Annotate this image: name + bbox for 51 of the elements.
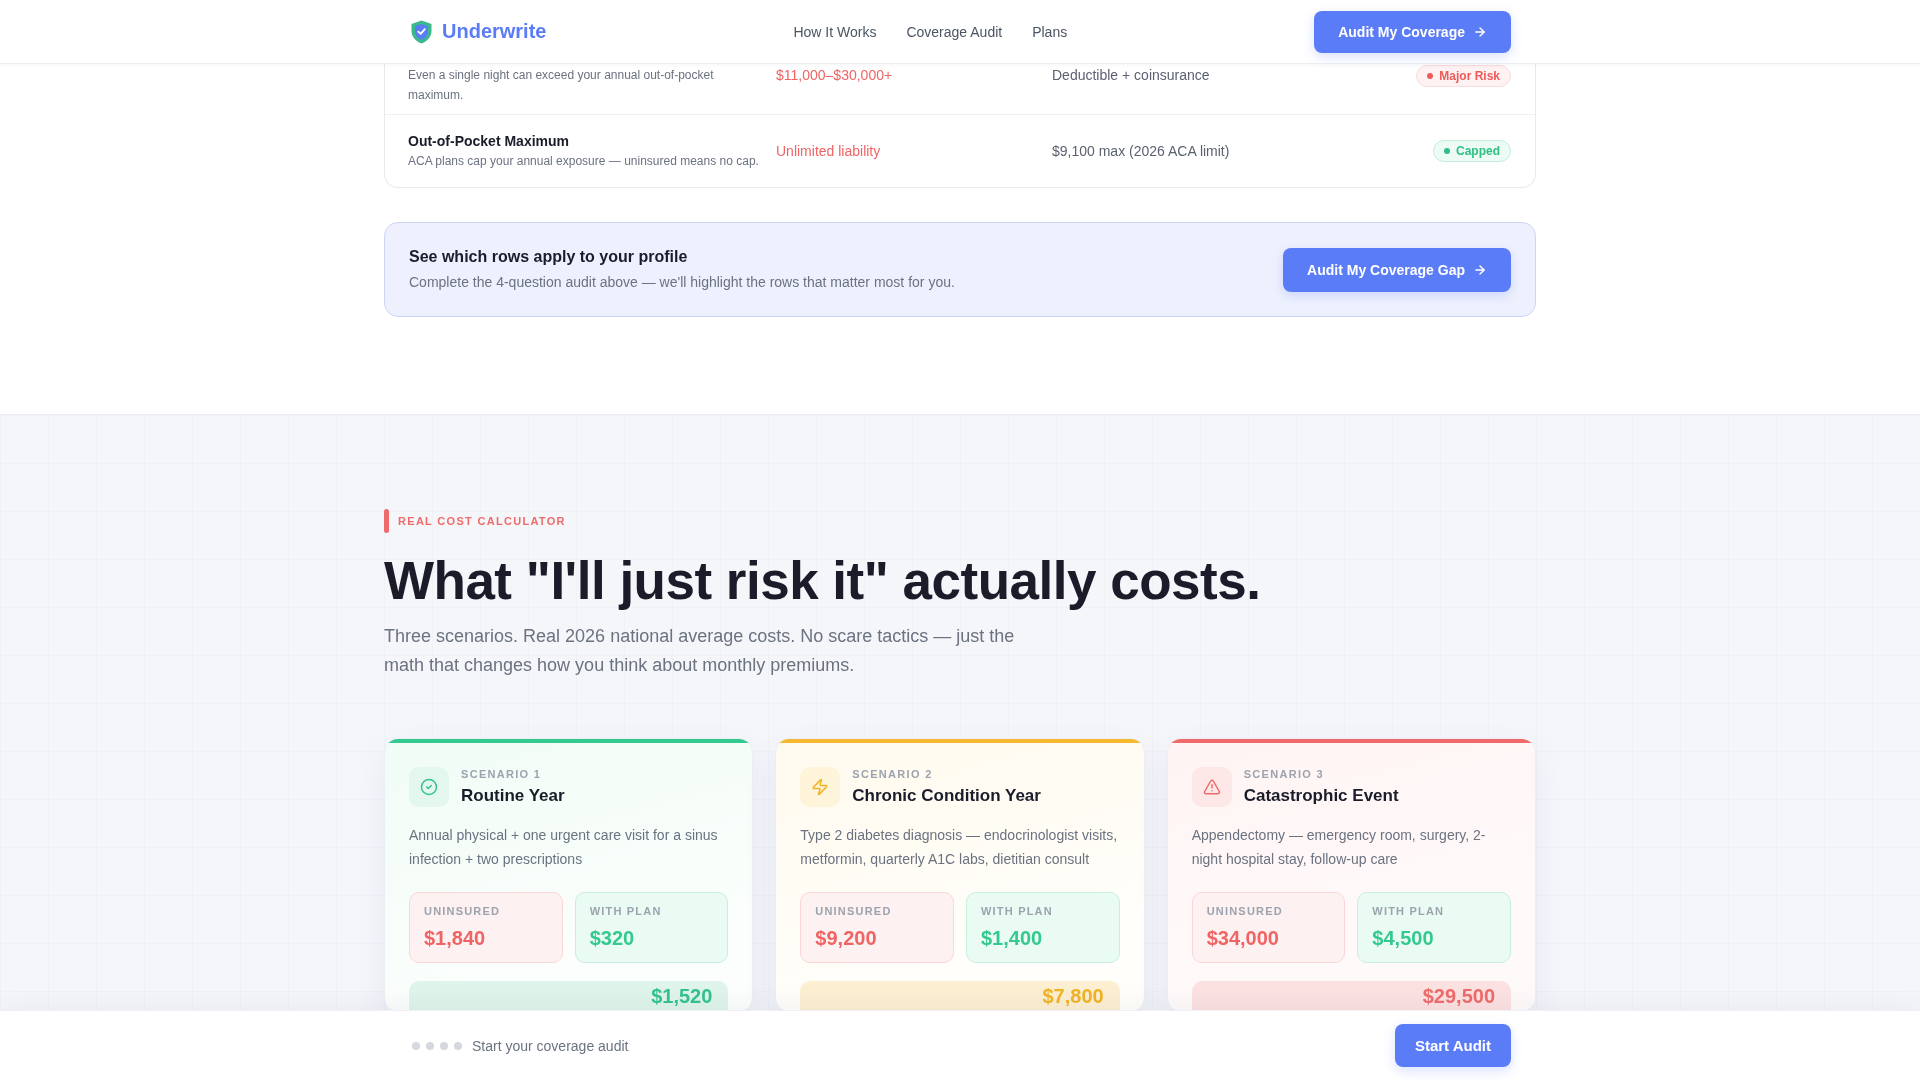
accent-bar-icon [384,509,389,533]
cost-label: UNINSURED [815,904,893,918]
lightning-icon [800,767,841,807]
shield-logo-icon [411,19,432,44]
scenario-number: SCENARIO 1 [461,767,543,781]
row-description: ACA plans cap your annual exposure — uninsured means no cap. [408,153,760,170]
scenario-number: SCENARIO 3 [1243,767,1325,781]
cost-label: UNINSURED [424,904,502,918]
scenario-description: Annual physical + one urgent care visit for a sinus infection + two prescriptions [409,826,719,869]
with-plan-cost-text: Deductible + coinsurance [1052,66,1211,85]
cost-label: WITH PLAN [589,904,663,918]
uninsured-cost-text: Unlimited liability [776,142,882,161]
nav-link[interactable]: Plans [1032,23,1068,40]
scenario-description: Appendectomy — emergency room, surgery, 2-night hospital stay, follow-up care [1191,826,1487,869]
scenario-number: SCENARIO 2 [852,767,934,781]
cost-amount: $9,200 [815,926,878,951]
scenario-title: Catastrophic Event [1243,785,1399,807]
uninsured-cost-text: $11,000–$30,000+ [776,66,894,85]
eyebrow-label: REAL COST CALCULATOR [398,515,566,527]
savings-amount: $1,520 [651,985,713,1007]
cost-amount: $34,000 [1206,926,1280,951]
cost-label: WITH PLAN [1372,904,1446,918]
scenario-description: Type 2 diabetes diagnosis — endocrinologist visits, metformin, quarterly A1C labs, dietitian consult [800,826,1119,869]
cost-label: UNINSURED [1206,904,1284,918]
with-plan-cost-text: $9,100 max (2026 ACA limit) [1052,142,1231,161]
section-heading: What "I'll just risk it" actually costs. [384,552,1262,610]
bottom-bar-text: Start your coverage audit [472,1037,629,1054]
audit-gap-button[interactable]: Audit My Coverage Gap [1283,247,1511,292]
savings-amount: $7,800 [1042,985,1104,1007]
status-badge: Major Risk [1416,65,1511,87]
cost-amount: $1,400 [981,926,1044,951]
cost-label: WITH PLAN [981,904,1054,918]
section-intro: Three scenarios. Real 2026 national average costs. No scare tactics — just the math that changes how you think about monthly premiums. [384,625,1016,677]
start-audit-button[interactable]: Start Audit [1394,1024,1511,1067]
nav-link[interactable]: How It Works [793,23,877,40]
status-badge: Capped [1433,140,1511,162]
nav-link[interactable]: Coverage Audit [906,23,1003,40]
cost-amount: $4,500 [1372,926,1435,951]
status-dot-icon [1444,148,1450,154]
status-dot-icon [1427,73,1434,79]
banner-text: Complete the 4-question audit above — we'll highlight the rows that matter most for you. [409,273,955,292]
scenario-title: Routine Year [461,785,565,807]
row-title: Out-of-Pocket Maximum [408,132,570,151]
scenario-title: Chronic Condition Year [852,785,1041,807]
brand-name: Underwrite [442,20,547,43]
cost-amount: $320 [589,926,636,951]
cost-amount: $1,840 [424,926,487,951]
savings-amount: $29,500 [1422,985,1495,1007]
row-description: Even a single night can exceed your annual out-of-pocket maximum. [408,67,715,104]
audit-coverage-button[interactable]: Audit My Coverage [1314,10,1511,53]
banner-title: See which rows apply to your profile [409,247,689,267]
